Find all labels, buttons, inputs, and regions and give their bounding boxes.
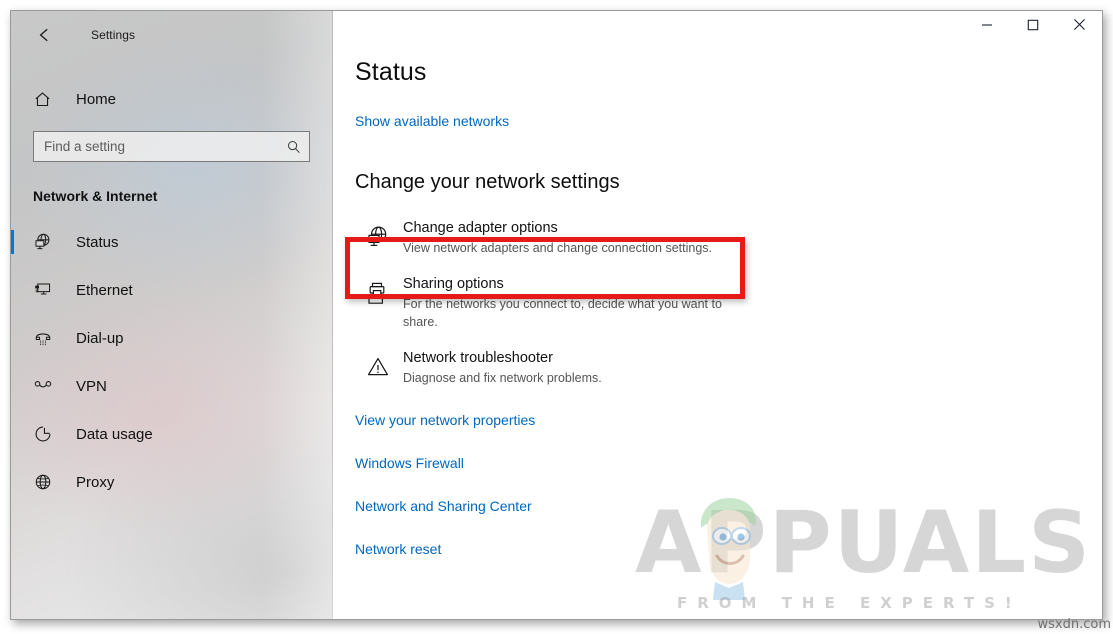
entry-title: Sharing options <box>403 276 504 292</box>
network-sharing-center-link[interactable]: Network and Sharing Center <box>355 498 1102 514</box>
page-title: Status <box>355 58 427 86</box>
windows-firewall-link[interactable]: Windows Firewall <box>355 455 1102 471</box>
sidebar-item-label: Status <box>76 233 119 251</box>
sidebar-item-label: VPN <box>76 377 107 395</box>
ethernet-icon <box>33 280 59 300</box>
home-icon <box>33 90 59 109</box>
category-title: Network & Internet <box>33 188 158 204</box>
corner-watermark: wsxdn.com <box>1037 617 1112 632</box>
sidebar-item-dial-up[interactable]: Dial-up <box>11 314 332 362</box>
sidebar-item-label: Data usage <box>76 425 153 443</box>
sidebar-item-home[interactable]: Home <box>11 79 332 119</box>
sidebar-nav-list: Status Ethernet Dial-up VPN Data usage P… <box>11 218 332 506</box>
settings-window: Settings Home Netwo <box>10 10 1103 620</box>
entry-desc: For the networks you connect to, decide … <box>403 297 722 329</box>
sidebar-item-vpn[interactable]: VPN <box>11 362 332 410</box>
app-title: Settings <box>91 28 136 42</box>
minimize-button[interactable] <box>964 11 1010 43</box>
globe-monitor-icon <box>365 219 401 250</box>
dialup-phone-icon <box>33 328 59 348</box>
entry-change-adapter-options[interactable]: Change adapter options View network adap… <box>355 210 753 266</box>
entry-desc: Diagnose and fix network problems. <box>403 371 602 385</box>
sharing-printer-folder-icon <box>365 275 401 306</box>
warning-triangle-icon <box>365 349 401 380</box>
close-button[interactable] <box>1056 11 1102 43</box>
pie-chart-icon <box>33 424 59 444</box>
search-box[interactable] <box>33 131 310 162</box>
view-network-properties-link[interactable]: View your network properties <box>355 412 1102 428</box>
vpn-icon <box>33 376 59 396</box>
sidebar-item-proxy[interactable]: Proxy <box>11 458 332 506</box>
search-icon[interactable] <box>279 132 309 161</box>
globe-icon <box>33 472 59 492</box>
main-pane: Status Show available networks Change yo… <box>333 11 1102 619</box>
window-controls <box>964 11 1102 43</box>
settings-entry-list: Change adapter options View network adap… <box>355 210 1102 396</box>
entry-network-troubleshooter[interactable]: Network troubleshooter Diagnose and fix … <box>355 340 753 396</box>
main-content: Status Show available networks Change yo… <box>333 11 1102 557</box>
minimize-icon <box>981 18 993 36</box>
entry-title: Network troubleshooter <box>403 350 553 366</box>
search-input[interactable] <box>34 132 279 161</box>
show-available-networks-link[interactable]: Show available networks <box>355 113 509 129</box>
sidebar-item-data-usage[interactable]: Data usage <box>11 410 332 458</box>
network-reset-link[interactable]: Network reset <box>355 541 1102 557</box>
globe-monitor-icon <box>33 232 59 252</box>
sidebar-item-ethernet[interactable]: Ethernet <box>11 266 332 314</box>
section-heading: Change your network settings <box>355 171 620 193</box>
sidebar: Settings Home Netwo <box>11 11 333 619</box>
back-arrow-icon <box>38 27 58 43</box>
back-button[interactable] <box>27 19 69 51</box>
titlebar-left: Settings <box>11 11 332 59</box>
sidebar-item-label: Proxy <box>76 473 115 491</box>
maximize-button[interactable] <box>1010 11 1056 43</box>
sidebar-item-status[interactable]: Status <box>11 218 332 266</box>
sidebar-item-label-home: Home <box>76 90 117 108</box>
sidebar-item-label: Ethernet <box>76 281 133 299</box>
bottom-links: View your network properties Windows Fir… <box>355 412 1102 557</box>
close-icon <box>1073 18 1086 36</box>
entry-title: Change adapter options <box>403 220 558 236</box>
maximize-icon <box>1027 18 1039 36</box>
search-wrap <box>33 131 310 162</box>
sidebar-item-label: Dial-up <box>76 329 124 347</box>
entry-sharing-options[interactable]: Sharing options For the networks you con… <box>355 266 753 340</box>
entry-desc: View network adapters and change connect… <box>403 241 712 255</box>
